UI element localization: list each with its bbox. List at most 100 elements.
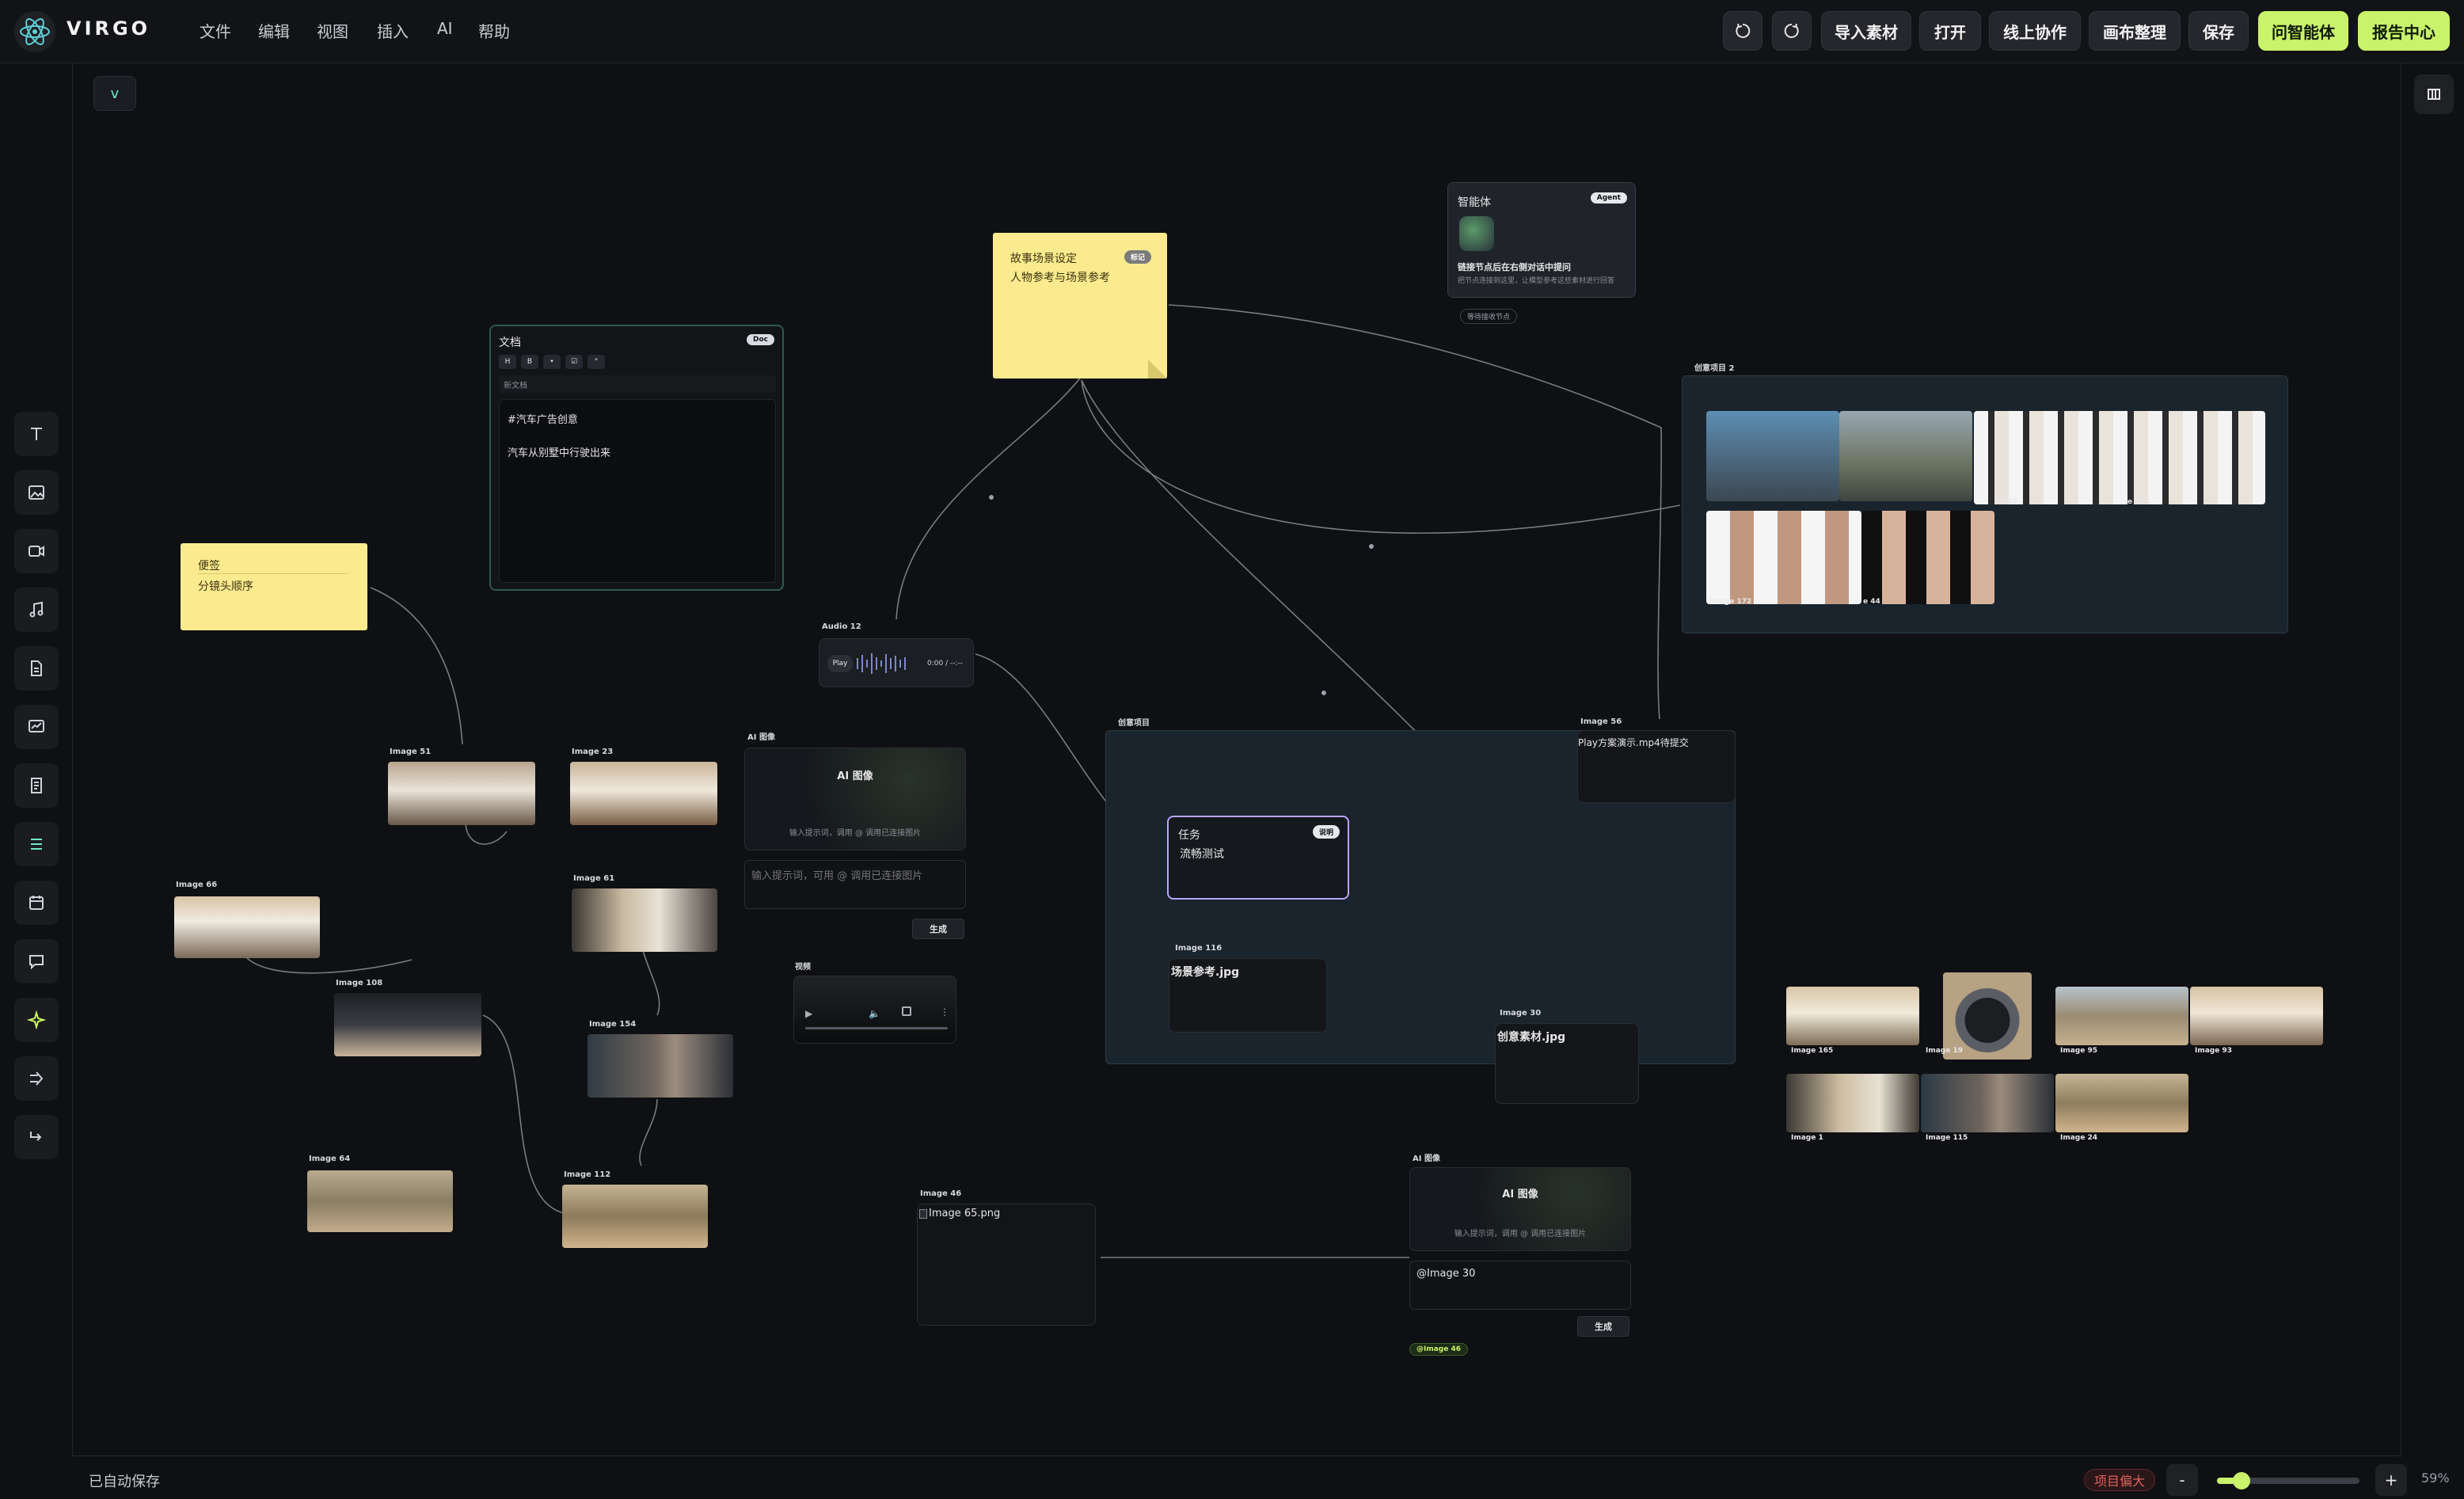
image112-thumbnail[interactable] (562, 1185, 708, 1248)
project2-tile-label: e 44 (1863, 598, 1880, 606)
bullet-format-button[interactable]: • (543, 355, 561, 369)
ai-image-1-generate-button[interactable]: 生成 (912, 919, 964, 939)
task-body: 流畅测试 (1180, 848, 1224, 861)
heading-format-button[interactable]: H (499, 355, 516, 369)
image51-thumbnail[interactable] (388, 762, 535, 825)
image108-thumbnail[interactable] (334, 993, 481, 1056)
ai-image-1-title: AI 图像 (837, 770, 873, 782)
ai-image-2-label: AI 图像 (1413, 1155, 1440, 1163)
zoom-out-button[interactable]: - (2166, 1464, 2198, 1496)
zoom-in-button[interactable]: + (2375, 1464, 2407, 1496)
image116-title: 场景参考.jpg (1171, 966, 1240, 979)
project-size-warning-badge[interactable]: 项目偏大 (2084, 1469, 2156, 1491)
image66-thumbnail[interactable] (174, 896, 320, 958)
ai-image-2-prompt-input[interactable]: @Image 30 (1409, 1261, 1631, 1310)
zoom-slider[interactable] (2217, 1472, 2359, 1489)
quote-format-button[interactable]: " (587, 355, 605, 369)
video-fullscreen-icon[interactable] (902, 1006, 911, 1016)
image46-node[interactable]: Image 65.png (917, 1204, 1096, 1326)
image-label: Image 66 (176, 881, 218, 889)
image116-node[interactable]: 场景参考.jpg (1169, 958, 1327, 1033)
audio-label: Audio 12 (822, 622, 861, 631)
video-player[interactable]: ▶ 🔈 ⋮ (793, 976, 956, 1044)
image24-thumbnail[interactable] (2055, 1074, 2188, 1132)
project2-aerial-city[interactable] (1839, 411, 1972, 501)
wire (895, 375, 1082, 620)
image-label: Image 61 (573, 874, 615, 883)
image-label: Image 108 (336, 979, 383, 987)
sticky-scene-setting[interactable]: 故事场景设定 标记 人物参考与场景参考 (993, 233, 1167, 379)
doc-editor[interactable]: #汽车广告创意 汽车从别墅中行驶出来 (499, 399, 776, 583)
task-node[interactable]: 任务 说明 流畅测试 (1167, 816, 1349, 900)
agent-chip[interactable]: 等待接收节点 (1460, 309, 1518, 324)
image116-label: Image 116 (1175, 944, 1222, 953)
agent-headline: 链接节点后在右侧对话中提问 (1458, 262, 1571, 272)
image-label: Image 154 (589, 1020, 637, 1029)
video-play-icon[interactable]: ▶ (805, 1008, 812, 1019)
sticky-divider (198, 573, 348, 574)
project2-tile-label: e 102 (1995, 498, 2018, 506)
ai-image-1-prompt-input[interactable] (744, 860, 966, 909)
audio-node[interactable]: Play 0:00 / --:-- (819, 638, 974, 687)
image-label: Image 95 (2060, 1047, 2098, 1055)
audio-time: 0:00 / --:-- (927, 660, 963, 668)
project2-tile-label: e 128 (2127, 498, 2150, 506)
canvas[interactable]: v 文档 Doc H B • ☑ " 新文档 #汽车广告创意 汽车从别墅中行驶出… (0, 0, 2464, 1499)
sticky-note[interactable]: 便签 分镜头顺序 (181, 543, 367, 630)
image115-thumbnail[interactable] (1921, 1074, 2054, 1132)
agent-desc: 把节点连接到这里，让模型参考这些素材进行回答 (1458, 277, 1615, 285)
project2-bald-man-sheet[interactable] (1706, 511, 1861, 604)
image46-broken-image: Image 65.png (919, 1208, 1000, 1219)
video-volume-icon[interactable]: 🔈 (869, 1008, 880, 1019)
video-progress-track[interactable] (805, 1027, 948, 1029)
doc-node[interactable]: 文档 Doc H B • ☑ " 新文档 #汽车广告创意 汽车从别墅中行驶出来 (489, 325, 784, 591)
audio-play-button[interactable]: Play (827, 655, 853, 672)
image-label: Image 23 (572, 748, 614, 756)
image30-label: Image 30 (1500, 1009, 1542, 1018)
image56-node[interactable]: Play方案演示.mp4待提交 (1577, 730, 1736, 803)
ai-image-2-tag[interactable]: @Image 46 (1409, 1343, 1469, 1356)
ai-image-2-title: AI 图像 (1502, 1189, 1538, 1200)
zoom-percent: 59% (2421, 1470, 2450, 1486)
image23-thumbnail[interactable] (570, 762, 717, 825)
status-bar: 已自动保存 项目偏大 - + 59% (73, 1455, 2450, 1499)
wire (1081, 379, 1681, 534)
checklist-format-button[interactable]: ☑ (565, 355, 583, 369)
image30-node[interactable]: 创意素材.jpg (1495, 1023, 1639, 1104)
image154-thumbnail[interactable] (587, 1034, 733, 1098)
doc-format-toolbar: H B • ☑ " (499, 355, 605, 369)
project-label: 创意项目 (1118, 719, 1150, 728)
wire (482, 1014, 565, 1214)
project2-group[interactable]: Image 172 e 44 e 102 e 128 (1682, 375, 2288, 633)
task-badge: 说明 (1312, 825, 1340, 839)
agent-node[interactable]: 智能体 Agent 链接节点后在右侧对话中提问 把节点连接到这里，让模型参考这些… (1447, 182, 1636, 298)
image-label: Image 93 (2195, 1047, 2233, 1055)
doc-title: 文档 (499, 337, 521, 349)
ai-image-2-generate-button[interactable]: 生成 (1577, 1316, 1629, 1337)
bold-format-button[interactable]: B (521, 355, 538, 369)
ai-image-1-preview[interactable]: AI 图像 输入提示词，调用 @ 调用已连接图片 (744, 748, 966, 850)
image165-thumbnail[interactable] (1786, 987, 1919, 1045)
ai-image-2-preview[interactable]: AI 图像 输入提示词，调用 @ 调用已连接图片 (1409, 1167, 1631, 1251)
image1-thumbnail[interactable] (1786, 1074, 1919, 1132)
image61-thumbnail[interactable] (572, 888, 717, 952)
doc-body: 汽车从别墅中行驶出来 (508, 447, 611, 459)
wire (642, 949, 660, 1016)
project2-bald-man-black[interactable] (1861, 511, 1994, 604)
image64-thumbnail[interactable] (307, 1170, 453, 1232)
project2-character-sheet[interactable] (1974, 411, 2265, 504)
image-label: Image 24 (2060, 1134, 2098, 1142)
image95-thumbnail[interactable] (2055, 987, 2188, 1045)
broken-image-icon (919, 1208, 927, 1219)
zoom-slider-handle[interactable] (2233, 1472, 2250, 1489)
agent-badge: Agent (1590, 192, 1627, 204)
doc-subtitle: 新文档 (499, 375, 776, 393)
sticky-scene-title: 故事场景设定 (1010, 253, 1077, 265)
image-label: Image 51 (390, 748, 432, 756)
project2-woman-portrait[interactable] (1706, 411, 1839, 501)
sticky-fold-corner (1148, 360, 1167, 379)
ai-image-1-hint: 输入提示词，调用 @ 调用已连接图片 (789, 829, 922, 838)
video-more-icon[interactable]: ⋮ (940, 1006, 949, 1018)
agent-title: 智能体 (1458, 196, 1491, 209)
image93-thumbnail[interactable] (2190, 987, 2323, 1045)
